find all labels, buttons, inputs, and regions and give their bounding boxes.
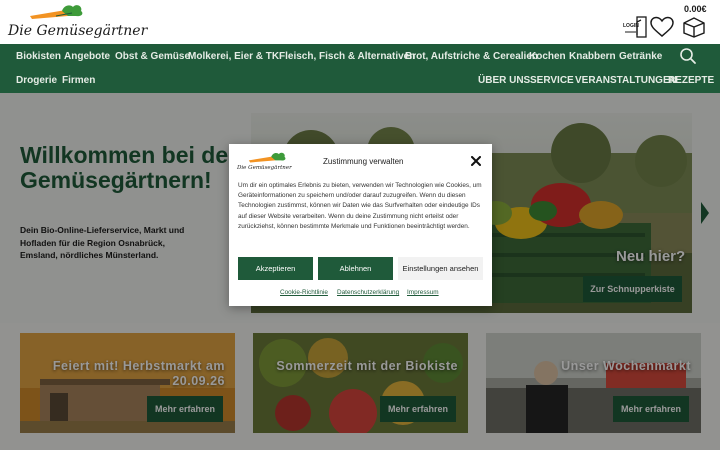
deny-button[interactable]: Ablehnen xyxy=(318,257,393,280)
nav-item-rezepte[interactable]: REZEPTE xyxy=(668,75,714,86)
cart-amount: 0.00€ xyxy=(684,4,707,14)
carrot-logo-icon xyxy=(30,5,83,19)
nav-item-veranstaltungen[interactable]: VERANSTALTUNGEN xyxy=(575,75,677,86)
consent-logo-text: Die Gemüsegärtner xyxy=(237,165,292,171)
nav-item-getraenke[interactable]: Getränke xyxy=(619,51,662,62)
carrot-logo-icon xyxy=(248,152,286,163)
view-settings-button[interactable]: Einstellungen ansehen xyxy=(398,257,483,280)
privacy-policy-link[interactable]: Datenschutzerklärung xyxy=(337,289,399,296)
imprint-link[interactable]: Impressum xyxy=(407,289,439,296)
nav-item-ueber-uns[interactable]: ÜBER UNS xyxy=(478,75,530,86)
nav-item-knabbern[interactable]: Knabbern xyxy=(569,51,616,62)
nav-item-biokisten[interactable]: Biokisten xyxy=(16,51,61,62)
nav-item-angebote[interactable]: Angebote xyxy=(64,51,110,62)
search-icon[interactable] xyxy=(679,47,697,65)
nav-item-molkerei[interactable]: Molkerei, Eier & TK xyxy=(188,51,279,62)
login-door-icon[interactable]: LOGIN xyxy=(623,16,649,38)
nav-item-brot[interactable]: Brot, Aufstriche & Cerealien xyxy=(405,51,538,62)
nav-item-obst-gemuese[interactable]: Obst & Gemüse xyxy=(115,51,190,62)
nav-item-drogerie[interactable]: Drogerie xyxy=(16,75,57,86)
cookie-consent-dialog: Die Gemüsegärtner Zustimmung verwalten U… xyxy=(229,144,492,306)
accept-button[interactable]: Akzeptieren xyxy=(238,257,313,280)
nav-item-firmen[interactable]: Firmen xyxy=(62,75,95,86)
close-icon[interactable] xyxy=(471,156,481,166)
nav-item-service[interactable]: SERVICE xyxy=(530,75,574,86)
nav-item-kochen[interactable]: Kochen xyxy=(529,51,566,62)
consent-logo: Die Gemüsegärtner xyxy=(237,152,292,176)
heart-icon[interactable] xyxy=(650,16,674,38)
consent-title: Zustimmung verwalten xyxy=(323,157,404,166)
logo-text: Die Gemüsegärtner xyxy=(8,23,148,39)
top-bar: Die Gemüsegärtner 0.00€ LOGIN xyxy=(0,0,720,44)
site-logo[interactable]: Die Gemüsegärtner xyxy=(8,4,147,42)
nav-item-fleisch-fisch[interactable]: Fleisch, Fisch & Alternativen xyxy=(279,51,415,62)
cookie-policy-link[interactable]: Cookie-Richtlinie xyxy=(280,289,328,296)
consent-text: Um dir ein optimales Erlebnis zu bieten,… xyxy=(238,182,482,230)
main-navigation: Biokisten Angebote Obst & Gemüse Molkere… xyxy=(0,44,720,93)
cart-box-icon[interactable] xyxy=(682,16,706,38)
